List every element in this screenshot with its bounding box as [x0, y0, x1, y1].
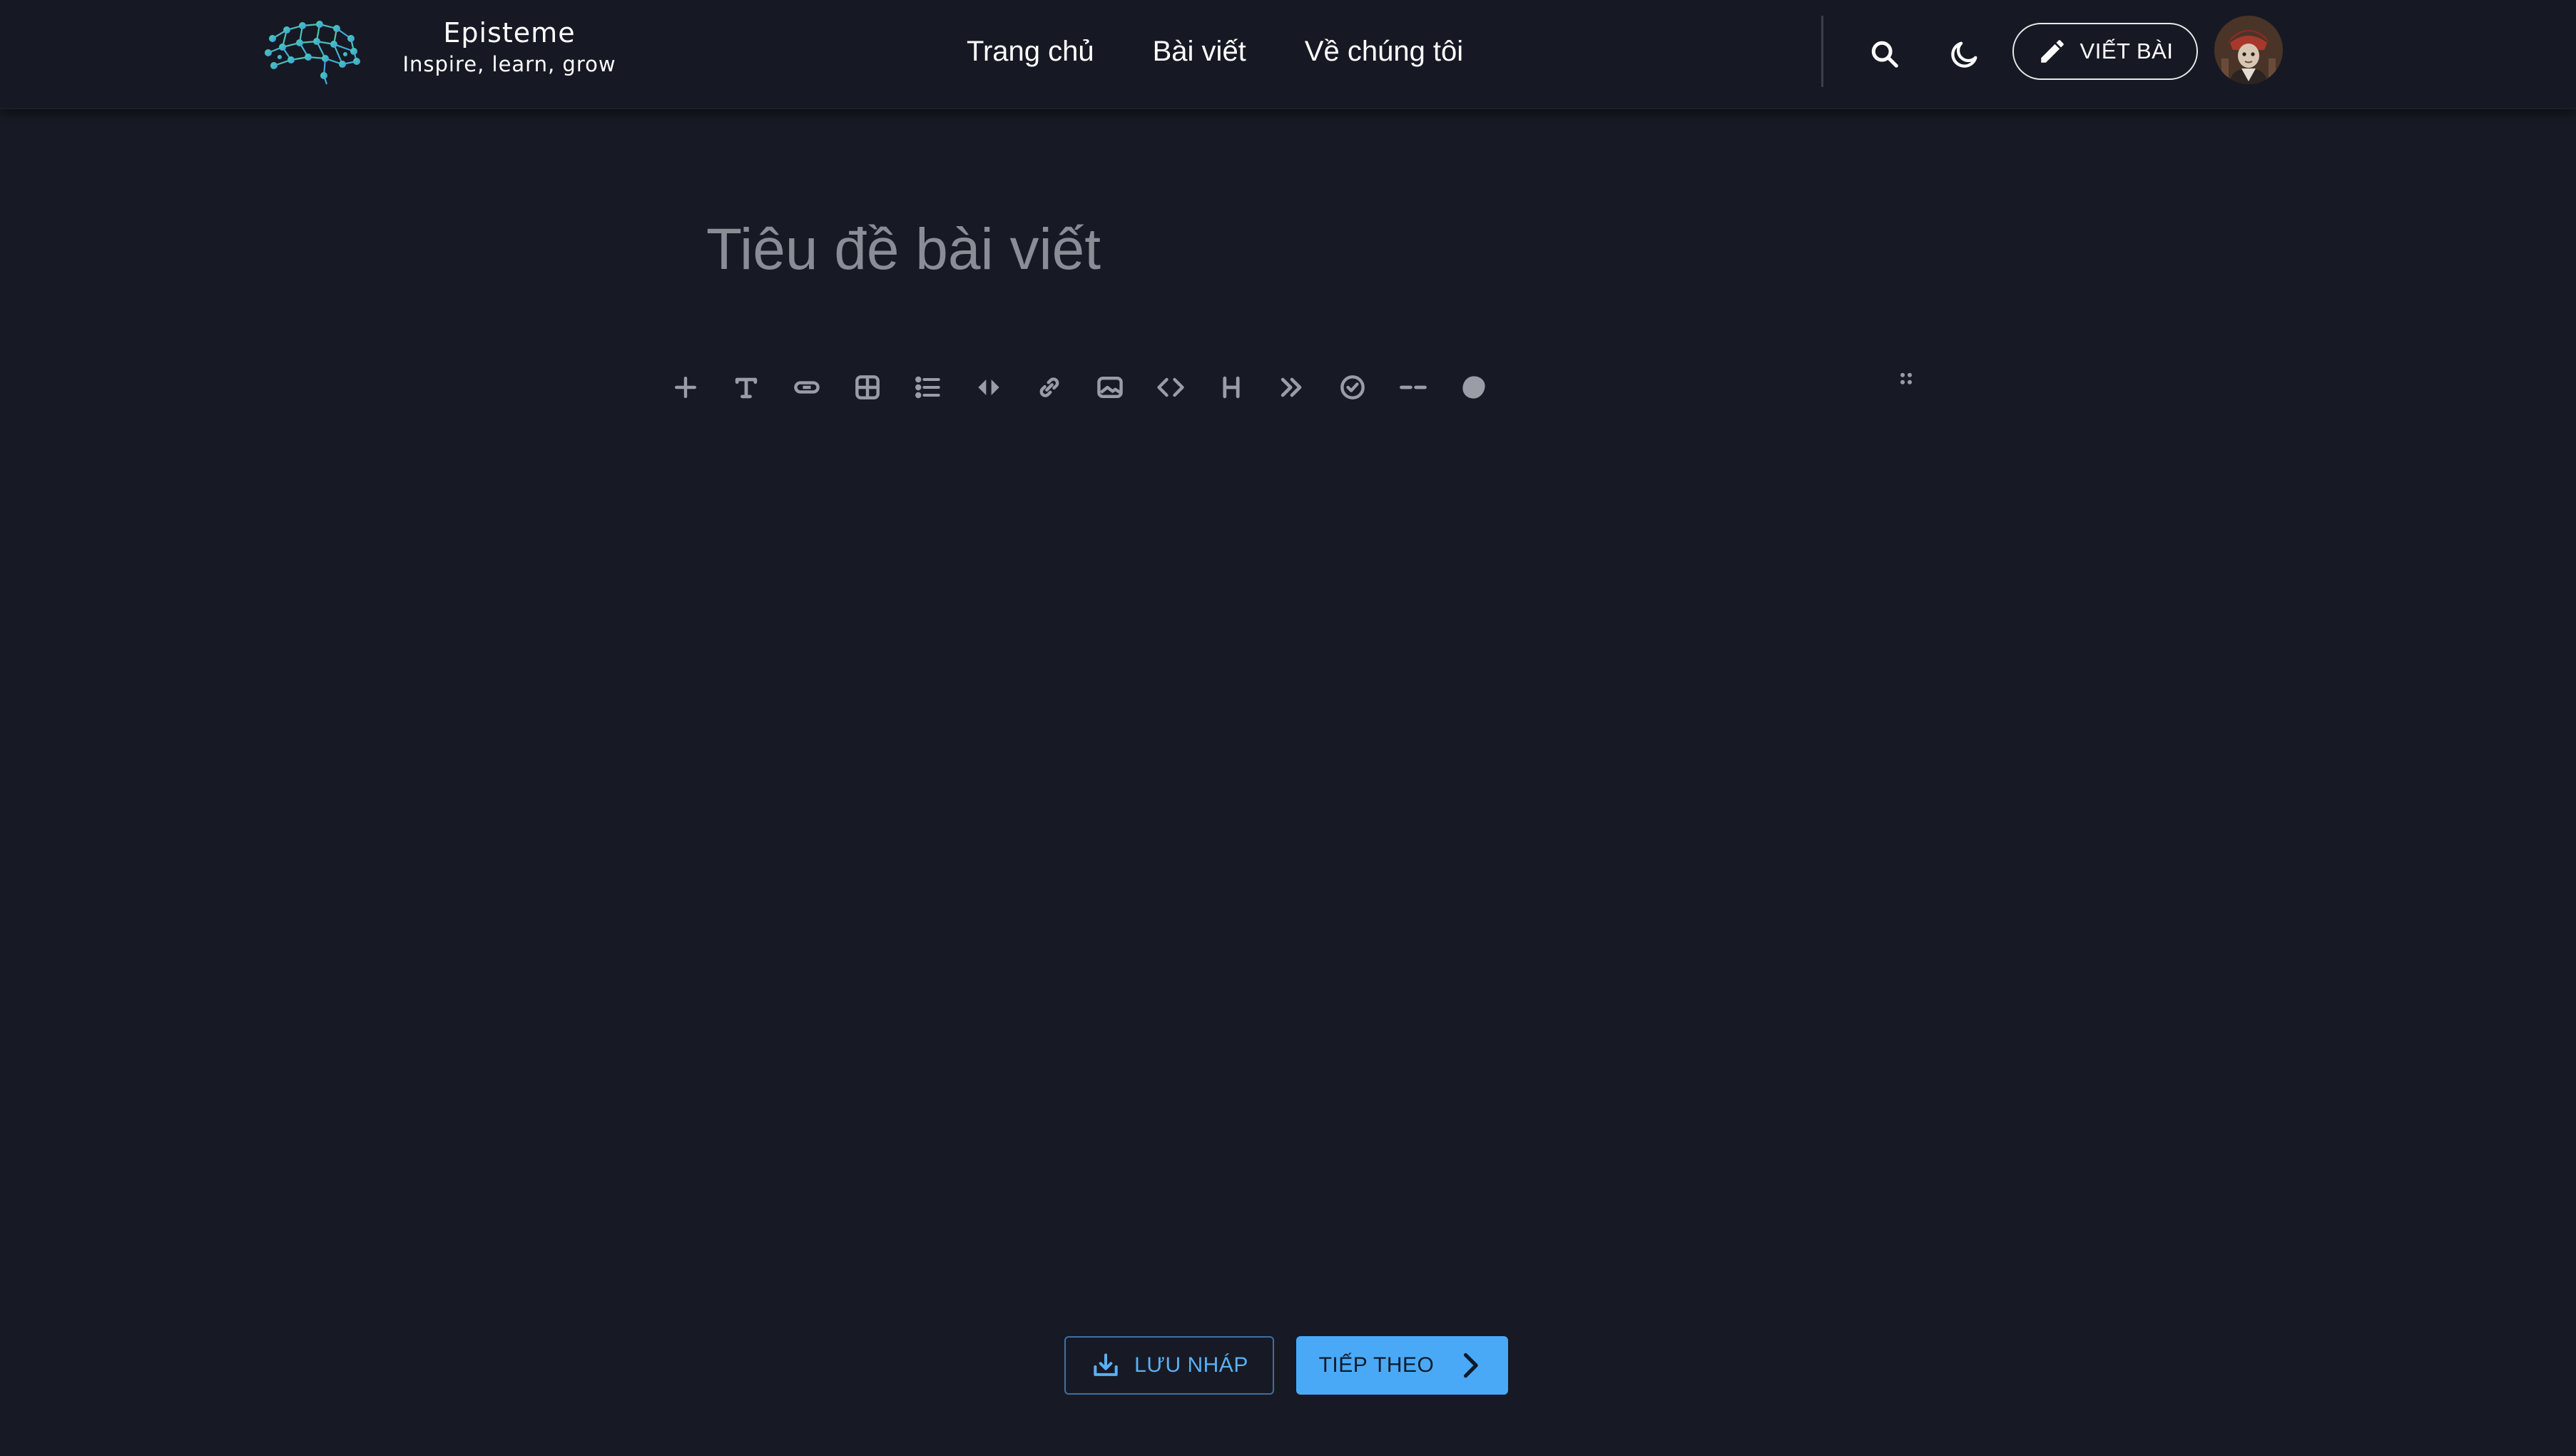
theme-toggle-button[interactable] — [1938, 27, 1992, 81]
brand[interactable]: Episteme Inspire, learn, grow — [258, 10, 616, 88]
brain-logo-icon — [265, 21, 360, 85]
blob-icon — [1462, 376, 1485, 399]
nav-home[interactable]: Trang chủ — [967, 30, 1094, 73]
nav-about[interactable]: Về chúng tôi — [1305, 30, 1463, 73]
write-post-button[interactable]: VIẾT BÀI — [2012, 23, 2198, 80]
main-nav: Trang chủ Bài viết Về chúng tôi — [967, 30, 1463, 73]
image-icon — [1096, 376, 1123, 399]
list-icon — [915, 376, 940, 399]
post-title-input[interactable] — [706, 207, 1919, 292]
quote-icon — [1281, 377, 1301, 397]
checklist-icon — [1340, 375, 1365, 399]
text-tool[interactable] — [716, 362, 776, 412]
editor-toolbar — [655, 362, 1504, 412]
save-draft-label: LƯU NHÁP — [1134, 1353, 1248, 1377]
search-icon — [1871, 41, 1898, 68]
code-block-tool[interactable] — [1140, 362, 1201, 412]
image-tool[interactable] — [1079, 362, 1140, 412]
link-icon — [1039, 377, 1059, 397]
delimiter-tool[interactable] — [1383, 362, 1443, 412]
code-block-icon — [1156, 377, 1184, 397]
brand-text: Episteme Inspire, learn, grow — [395, 16, 623, 78]
table-icon — [855, 375, 880, 399]
next-button[interactable]: TIẾP THEO — [1296, 1336, 1508, 1395]
blob-tool[interactable] — [1443, 362, 1504, 412]
quote-tool[interactable] — [1261, 362, 1322, 412]
download-icon — [1094, 1353, 1118, 1376]
moon-icon — [1951, 41, 1977, 68]
nav-posts[interactable]: Bài viết — [1153, 30, 1246, 73]
drag-handle[interactable] — [1892, 365, 1920, 394]
plus-icon — [674, 376, 696, 399]
heading-tool[interactable] — [1201, 362, 1261, 412]
chevron-right-icon — [1464, 1353, 1479, 1378]
pencil-icon — [2040, 40, 2064, 63]
drag-dots-icon — [1900, 372, 1912, 385]
inline-code-tool[interactable] — [958, 362, 1019, 412]
link-tool[interactable] — [1019, 362, 1079, 412]
code-inline-icon — [977, 380, 999, 395]
brand-tagline: Inspire, learn, grow — [402, 52, 616, 76]
brand-name: Episteme — [443, 17, 576, 49]
next-label: TIẾP THEO — [1318, 1353, 1435, 1377]
table-tool[interactable] — [837, 362, 897, 412]
checklist-tool[interactable] — [1322, 362, 1383, 412]
top-navbar: Episteme Inspire, learn, grow Trang chủ … — [0, 0, 2576, 109]
add-block-tool[interactable] — [655, 362, 716, 412]
header-divider — [1821, 16, 1823, 87]
avatar-image-icon — [2214, 16, 2283, 84]
user-avatar[interactable] — [2214, 16, 2283, 84]
heading-icon — [1222, 376, 1240, 399]
save-draft-button[interactable]: LƯU NHÁP — [1064, 1336, 1274, 1395]
list-tool[interactable] — [897, 362, 958, 412]
delimiter-icon — [1399, 385, 1427, 390]
text-icon — [735, 377, 757, 399]
write-post-label: VIẾT BÀI — [2079, 39, 2174, 63]
search-button[interactable] — [1858, 27, 1912, 81]
pill-icon — [793, 381, 820, 394]
embed-tool[interactable] — [776, 362, 837, 412]
